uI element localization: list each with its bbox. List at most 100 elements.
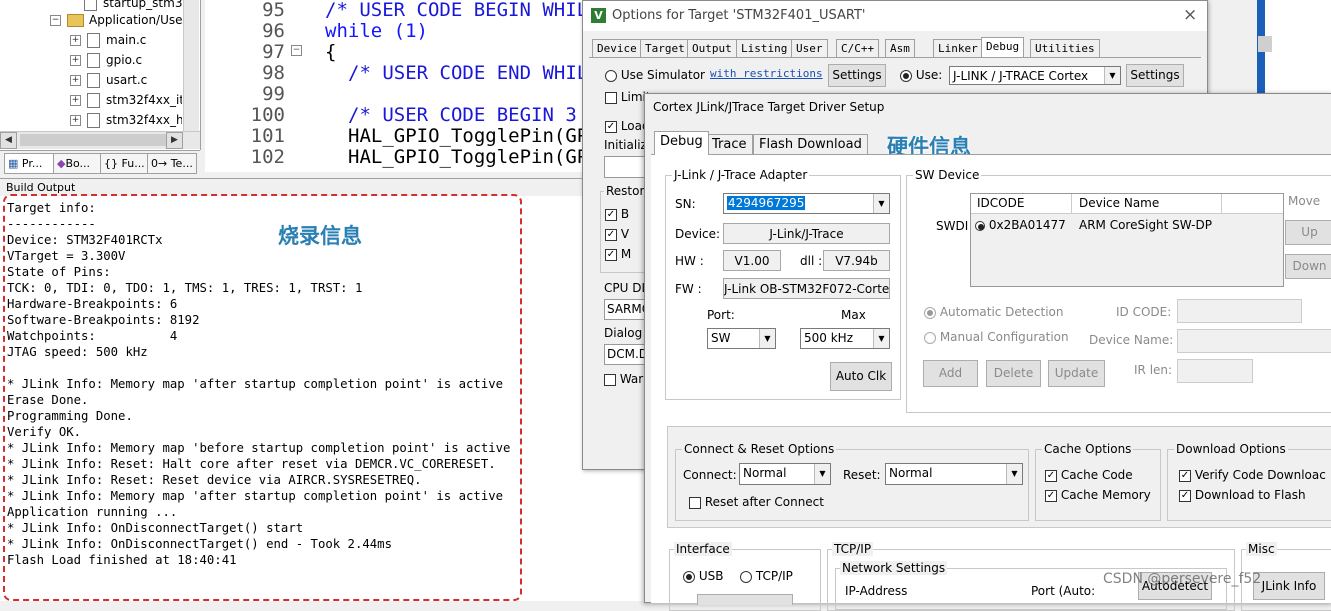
radio-icon[interactable] — [683, 570, 695, 583]
code-line: while (1) — [325, 20, 428, 42]
scroll-left-icon[interactable]: ◀ — [0, 132, 17, 149]
column-header-idcode[interactable]: IDCODE — [977, 196, 1024, 210]
load-checkbox[interactable]: ✓ Load — [605, 119, 650, 133]
expand-icon[interactable]: + — [70, 115, 81, 126]
checkbox-icon[interactable]: ✓ — [605, 120, 617, 133]
table-row[interactable]: 0x2BA01477 — [975, 218, 1066, 232]
tree-horizontal-scrollbar[interactable]: ◀ ▶ — [0, 131, 200, 149]
tab-functions[interactable]: {} Fu... — [100, 153, 148, 174]
scroll-thumb[interactable] — [20, 134, 170, 146]
radio-icon[interactable] — [924, 331, 936, 344]
checkbox-icon[interactable] — [689, 496, 701, 509]
scroll-thumb[interactable] — [1258, 36, 1272, 52]
tab-debug[interactable]: Debug — [654, 131, 709, 155]
usb-option[interactable]: USB — [683, 569, 723, 583]
tab-flash-download[interactable]: Flash Download — [753, 134, 868, 155]
id-code-input[interactable] — [1177, 299, 1302, 323]
checkbox-icon[interactable]: ✓ — [605, 208, 617, 221]
download-to-flash-checkbox[interactable]: ✓ Download to Flash — [1179, 488, 1306, 502]
cache-code-checkbox[interactable]: ✓ Cache Code — [1045, 468, 1133, 482]
max-clock-select[interactable]: 500 kHz ▼ — [800, 328, 890, 349]
sn-select[interactable]: 4294967295 ▼ — [723, 193, 890, 214]
tree-item-stm32f4xx-it[interactable]: +stm32f4xx_it.c — [70, 90, 182, 110]
manual-configuration-option[interactable]: Manual Configuration — [924, 330, 1069, 344]
debugger-settings-button[interactable]: Settings — [1126, 64, 1184, 87]
tab-asm[interactable]: Asm — [885, 39, 915, 58]
expand-icon[interactable]: + — [70, 35, 81, 46]
checkbox-icon[interactable] — [604, 373, 616, 386]
tree-item-gpio-c[interactable]: + gpio.c — [70, 50, 142, 70]
auto-clk-button[interactable]: Auto Clk — [830, 362, 892, 391]
tab-debug[interactable]: Debug — [981, 37, 1025, 58]
tree-item-stm32f4xx-hal[interactable]: +stm32f4xx_ha — [70, 110, 182, 130]
verify-code-download-checkbox[interactable]: ✓ Verify Code Downloac — [1179, 468, 1326, 482]
use-simulator-option[interactable]: Use Simulator — [605, 68, 705, 82]
tree-vertical-scrollbar[interactable] — [183, 0, 199, 131]
delete-button[interactable]: Delete — [986, 360, 1041, 387]
restore-breakpoints-checkbox[interactable]: ✓ B — [605, 207, 629, 221]
checkbox-icon[interactable]: ✓ — [605, 228, 617, 241]
with-restrictions-link[interactable]: with restrictions — [710, 67, 823, 80]
ir-len-input[interactable] — [1177, 359, 1253, 383]
tab-c-cpp[interactable]: C/C++ — [836, 39, 880, 58]
tab-user[interactable]: User — [791, 39, 828, 58]
collapse-icon[interactable]: − — [50, 15, 61, 26]
expand-icon[interactable]: + — [70, 55, 81, 66]
reset-after-connect-checkbox[interactable]: Reset after Connect — [689, 495, 824, 509]
checkbox-icon[interactable] — [605, 91, 617, 104]
tree-folder-application-user[interactable]: − Application/User/ — [50, 10, 192, 30]
tab-device[interactable]: Device — [592, 39, 642, 58]
simulator-settings-button[interactable]: Settings — [828, 64, 886, 87]
reset-select[interactable]: Normal ▼ — [885, 463, 1023, 485]
tab-output[interactable]: Output — [687, 39, 737, 58]
radio-icon[interactable] — [605, 69, 617, 82]
tree-item-usart-c[interactable]: + usart.c — [70, 70, 147, 90]
update-button[interactable]: Update — [1048, 360, 1105, 387]
checkbox-icon[interactable]: ✓ — [1179, 489, 1191, 502]
chevron-down-icon: ▼ — [873, 329, 889, 348]
use-debugger-option[interactable]: Use: — [900, 68, 942, 82]
expand-icon[interactable]: + — [70, 75, 81, 86]
restore-watch-checkbox[interactable]: ✓ V — [605, 227, 629, 241]
close-icon[interactable]: × — [1183, 5, 1197, 25]
checkbox-icon[interactable]: ✓ — [1045, 489, 1057, 502]
tab-project[interactable]: ▦ Pr... — [4, 153, 54, 174]
tree-item-main-c[interactable]: + main.c — [70, 30, 146, 50]
tab-utilities[interactable]: Utilities — [1030, 39, 1100, 58]
restore-memory-checkbox[interactable]: ✓ M — [605, 247, 631, 261]
port-select[interactable]: SW ▼ — [707, 328, 776, 349]
tab-templates[interactable]: 0→ Te... — [147, 153, 197, 174]
checkbox-icon[interactable]: ✓ — [1045, 469, 1057, 482]
checkbox-icon[interactable]: ✓ — [605, 248, 617, 261]
expand-icon[interactable]: + — [70, 95, 81, 106]
column-header-device-name[interactable]: Device Name — [1079, 196, 1159, 210]
project-panel-tabs: ▦ Pr... ◆Bo... {} Fu... 0→ Te... — [0, 150, 200, 175]
move-down-button[interactable]: Down — [1285, 254, 1331, 279]
interface-button[interactable] — [697, 594, 793, 605]
jlink-info-button[interactable]: JLink Info — [1253, 572, 1325, 600]
tab-target[interactable]: Target — [640, 39, 690, 58]
file-icon — [87, 113, 100, 128]
tab-trace[interactable]: Trace — [706, 134, 753, 155]
sw-device-table[interactable]: IDCODE Device Name 0x2BA01477 ARM CoreSi… — [970, 193, 1284, 287]
device-name-input[interactable] — [1177, 329, 1331, 353]
fold-toggle-icon[interactable]: − — [291, 45, 302, 56]
move-up-button[interactable]: Up — [1285, 220, 1331, 245]
automatic-detection-option[interactable]: Automatic Detection — [924, 305, 1063, 319]
debugger-select[interactable]: J-LINK / J-TRACE Cortex ▼ — [949, 66, 1121, 85]
cache-memory-checkbox[interactable]: ✓ Cache Memory — [1045, 488, 1151, 502]
connect-select[interactable]: Normal ▼ — [739, 463, 831, 485]
tcpip-option[interactable]: TCP/IP — [740, 569, 793, 583]
radio-icon[interactable] — [740, 570, 752, 583]
add-button[interactable]: Add — [923, 360, 978, 387]
checkbox-icon[interactable]: ✓ — [1179, 469, 1191, 482]
code-editor[interactable]: 95 96 97 98 99 100 101 102 − /* USER COD… — [205, 0, 645, 172]
radio-icon[interactable] — [900, 69, 912, 82]
tab-books[interactable]: ◆Bo... — [53, 153, 101, 174]
code-line: /* USER CODE BEGIN 3 * — [348, 104, 600, 126]
scroll-right-icon[interactable]: ▶ — [166, 132, 183, 149]
tab-listing[interactable]: Listing — [736, 39, 793, 58]
tab-linker[interactable]: Linker — [933, 39, 983, 58]
radio-icon[interactable] — [924, 306, 936, 319]
table-header: IDCODE Device Name — [971, 194, 1283, 214]
